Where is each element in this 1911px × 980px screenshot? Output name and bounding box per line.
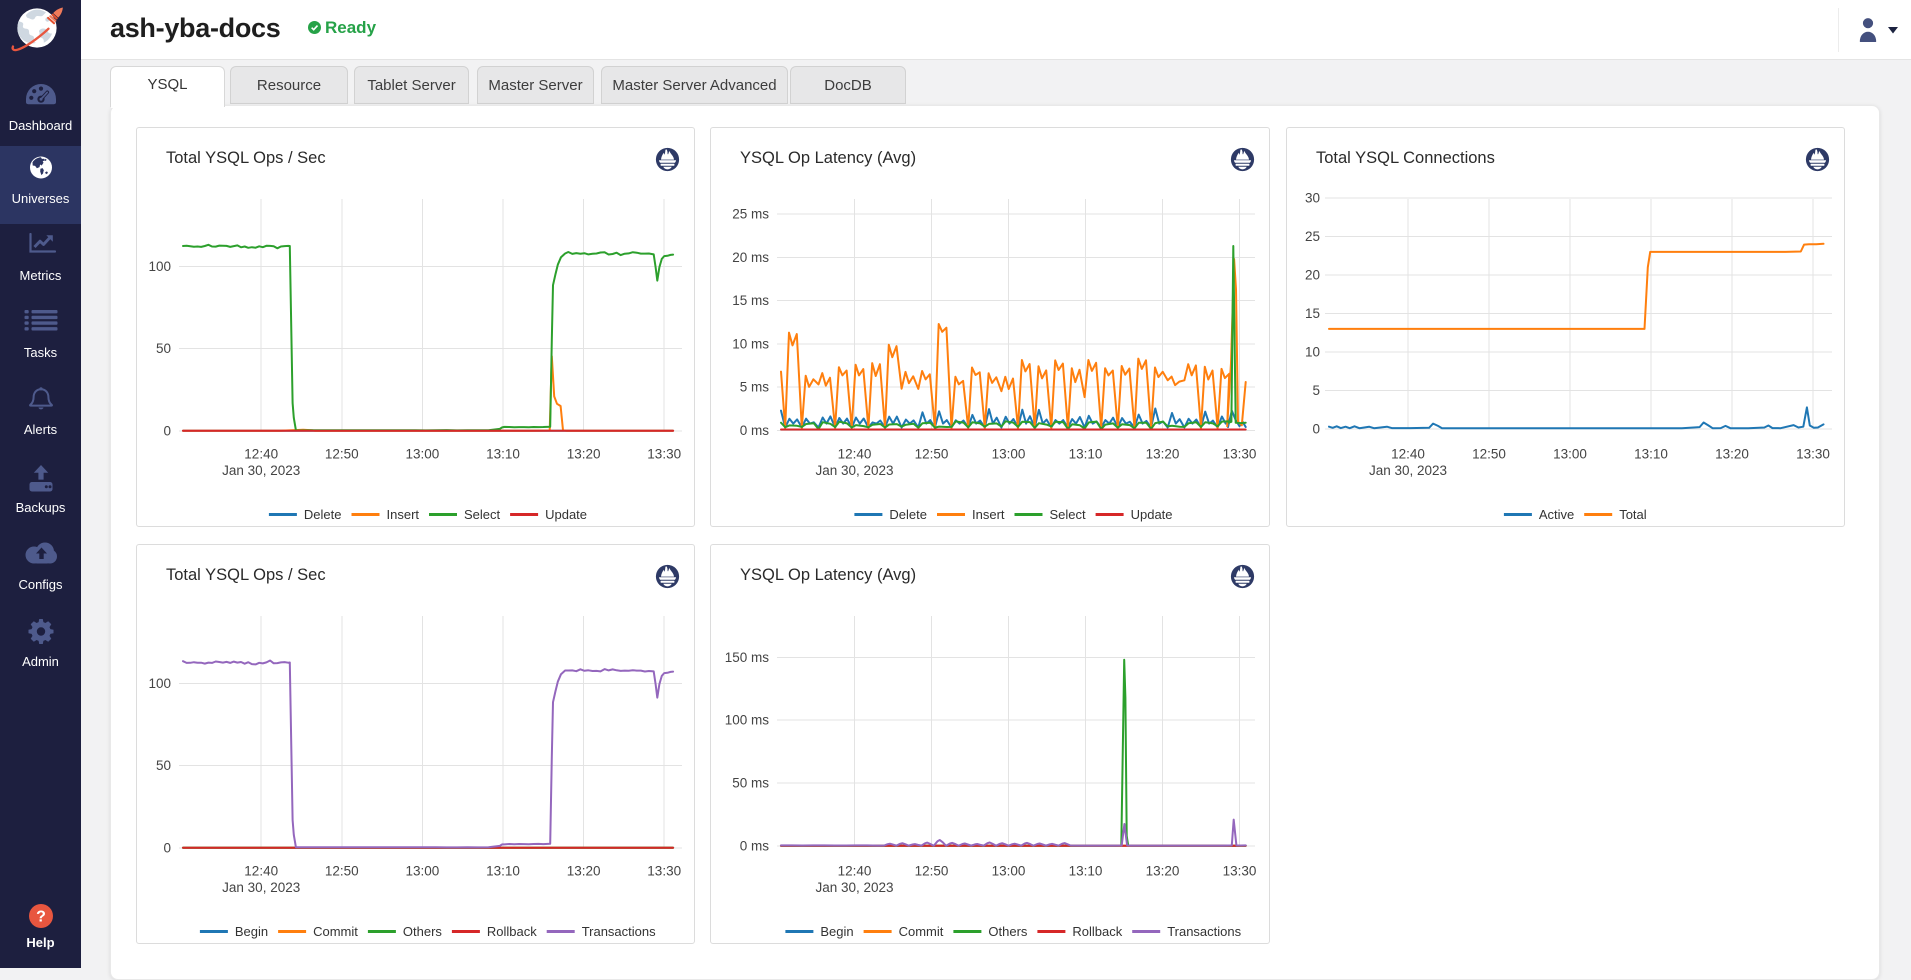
svg-text:12:40: 12:40 [1391, 447, 1425, 462]
svg-text:20 ms: 20 ms [732, 250, 769, 265]
svg-text:Active: Active [1539, 507, 1574, 522]
svg-text:12:50: 12:50 [325, 447, 359, 462]
svg-text:13:10: 13:10 [486, 447, 520, 462]
svg-text:12:50: 12:50 [1472, 447, 1506, 462]
svg-text:0 ms: 0 ms [740, 423, 770, 438]
svg-text:13:20: 13:20 [567, 864, 601, 879]
svg-text:13:10: 13:10 [486, 864, 520, 879]
svg-text:13:00: 13:00 [1553, 447, 1587, 462]
svg-text:Others: Others [988, 924, 1028, 939]
svg-text:30: 30 [1305, 191, 1320, 206]
svg-text:13:20: 13:20 [1715, 447, 1749, 462]
svg-text:100: 100 [148, 259, 171, 274]
svg-text:12:40: 12:40 [244, 447, 278, 462]
svg-text:Commit: Commit [899, 924, 944, 939]
svg-text:Delete: Delete [304, 507, 342, 522]
svg-text:Transactions: Transactions [582, 924, 656, 939]
svg-text:0: 0 [163, 841, 171, 856]
svg-text:100: 100 [148, 676, 171, 691]
svg-text:0: 0 [1312, 422, 1320, 437]
svg-text:25 ms: 25 ms [732, 207, 769, 222]
svg-text:50: 50 [156, 758, 171, 773]
svg-text:Commit: Commit [313, 924, 358, 939]
svg-text:Jan 30, 2023: Jan 30, 2023 [222, 880, 300, 895]
svg-text:13:10: 13:10 [1634, 447, 1668, 462]
svg-text:12:50: 12:50 [915, 447, 949, 462]
svg-text:Insert: Insert [387, 507, 420, 522]
svg-text:Update: Update [1131, 507, 1173, 522]
svg-text:?: ? [36, 909, 46, 926]
svg-text:13:30: 13:30 [647, 864, 681, 879]
svg-text:10 ms: 10 ms [732, 336, 769, 351]
svg-text:13:00: 13:00 [992, 447, 1026, 462]
svg-text:5: 5 [1312, 383, 1320, 398]
svg-text:Others: Others [403, 924, 443, 939]
svg-text:Jan 30, 2023: Jan 30, 2023 [815, 880, 893, 895]
svg-text:13:10: 13:10 [1069, 864, 1103, 879]
svg-text:Select: Select [464, 507, 501, 522]
svg-text:13:30: 13:30 [647, 447, 681, 462]
svg-text:Insert: Insert [972, 507, 1005, 522]
svg-text:Begin: Begin [820, 924, 853, 939]
svg-text:13:00: 13:00 [406, 447, 440, 462]
svg-text:13:30: 13:30 [1796, 447, 1830, 462]
svg-text:Begin: Begin [235, 924, 268, 939]
svg-text:13:30: 13:30 [1223, 864, 1257, 879]
svg-text:12:50: 12:50 [915, 864, 949, 879]
svg-text:0: 0 [163, 424, 171, 439]
svg-text:25: 25 [1305, 229, 1320, 244]
svg-text:Rollback: Rollback [1072, 924, 1122, 939]
svg-text:10: 10 [1305, 345, 1320, 360]
svg-text:Total: Total [1619, 507, 1647, 522]
svg-text:13:00: 13:00 [992, 864, 1026, 879]
svg-text:50 ms: 50 ms [732, 776, 769, 791]
svg-text:Update: Update [545, 507, 587, 522]
svg-text:13:30: 13:30 [1223, 447, 1257, 462]
svg-text:Jan 30, 2023: Jan 30, 2023 [1369, 463, 1447, 478]
svg-text:13:20: 13:20 [1146, 447, 1180, 462]
svg-text:150 ms: 150 ms [725, 650, 770, 665]
svg-text:12:40: 12:40 [838, 864, 872, 879]
svg-text:13:20: 13:20 [1146, 864, 1180, 879]
svg-text:Rollback: Rollback [487, 924, 537, 939]
svg-text:20: 20 [1305, 268, 1320, 283]
svg-text:15: 15 [1305, 306, 1320, 321]
svg-text:12:40: 12:40 [244, 864, 278, 879]
svg-text:13:20: 13:20 [567, 447, 601, 462]
svg-text:12:40: 12:40 [838, 447, 872, 462]
svg-text:13:00: 13:00 [406, 864, 440, 879]
svg-text:5 ms: 5 ms [740, 380, 770, 395]
svg-text:Select: Select [1050, 507, 1087, 522]
svg-text:12:50: 12:50 [325, 864, 359, 879]
svg-text:13:10: 13:10 [1069, 447, 1103, 462]
svg-text:Delete: Delete [889, 507, 927, 522]
svg-text:50: 50 [156, 341, 171, 356]
svg-text:100 ms: 100 ms [725, 713, 770, 728]
svg-text:0 ms: 0 ms [740, 839, 770, 854]
svg-text:15 ms: 15 ms [732, 293, 769, 308]
svg-text:Jan 30, 2023: Jan 30, 2023 [222, 463, 300, 478]
svg-text:Jan 30, 2023: Jan 30, 2023 [815, 463, 893, 478]
svg-text:Transactions: Transactions [1167, 924, 1241, 939]
